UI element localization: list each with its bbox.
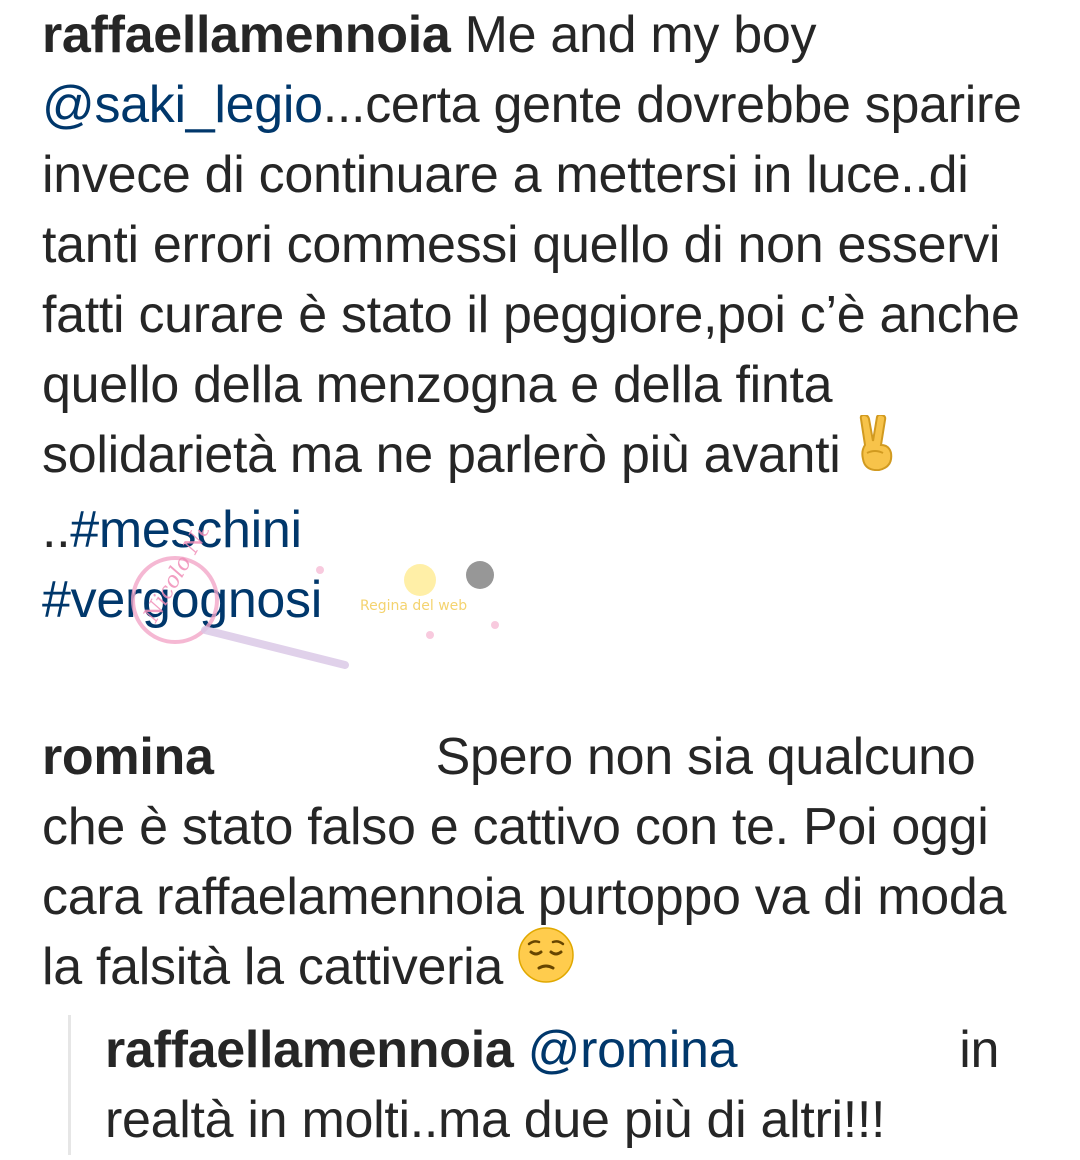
victory-hand-icon (855, 414, 899, 489)
reply: raffaellamennoia @romina in realtà in mol… (105, 1015, 1045, 1155)
comment-username[interactable]: romina (42, 728, 214, 786)
caption-after-emoji: .. (42, 501, 71, 560)
hashtag-meschini[interactable]: #meschini (70, 501, 302, 559)
post-username[interactable]: raffaellamennoia (42, 6, 451, 64)
reply-username[interactable]: raffaellamennoia (105, 1021, 514, 1079)
reply-thread: raffaellamennoia @romina in realtà in mol… (68, 1015, 1061, 1155)
mention-link[interactable]: @saki_legio (42, 76, 323, 134)
comment: romina Spero non sia qualcuno che è stato… (42, 722, 1042, 1008)
reply-mention-link[interactable]: @romina (528, 1021, 738, 1079)
post-caption: raffaellamennoia Me and my boy @saki_leg… (42, 0, 1042, 635)
hashtag-vergognosi[interactable]: #vergognosi (42, 571, 322, 629)
pensive-face-icon (517, 926, 575, 1002)
caption-start: Me and my boy (464, 6, 817, 64)
